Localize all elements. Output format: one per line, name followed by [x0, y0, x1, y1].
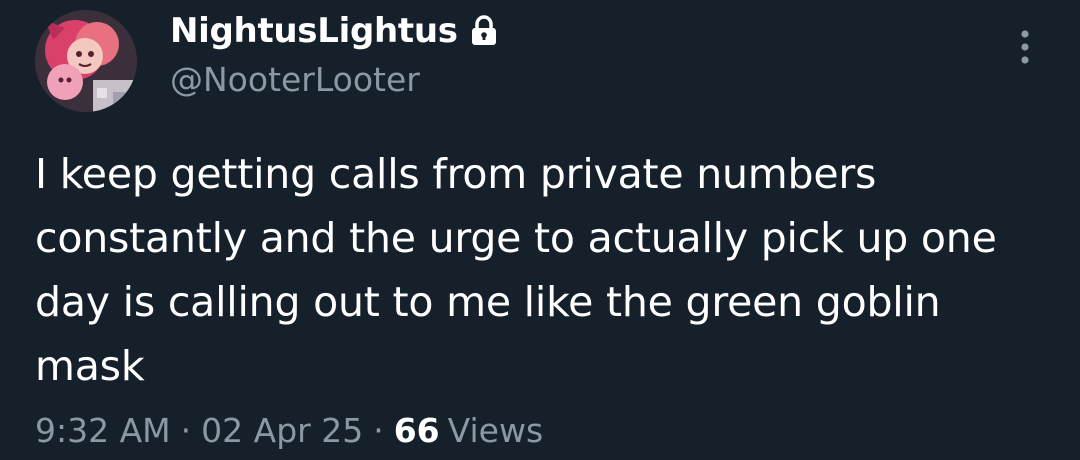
- views-count[interactable]: 66: [394, 411, 440, 450]
- tweet-date[interactable]: 02 Apr 25: [201, 411, 363, 450]
- display-name[interactable]: NightusLightus: [170, 11, 458, 51]
- lock-icon: [470, 15, 498, 47]
- meta-separator: ·: [180, 411, 192, 450]
- avatar[interactable]: [35, 10, 137, 112]
- tweet-meta: 9:32 AM · 02 Apr 25 · 66 Views: [35, 411, 543, 450]
- display-name-row: NightusLightus: [170, 8, 498, 54]
- handle[interactable]: @NooterLooter: [170, 60, 420, 99]
- views-label[interactable]: Views: [448, 411, 544, 450]
- tweet-card: NightusLightus @NooterLooter I keep gett…: [0, 0, 1080, 460]
- tweet-time[interactable]: 9:32 AM: [35, 411, 171, 450]
- meta-separator: ·: [373, 411, 384, 450]
- avatar-image: [35, 10, 137, 112]
- tweet-text: I keep getting calls from private number…: [35, 150, 997, 390]
- more-vertical-icon[interactable]: [1012, 28, 1038, 68]
